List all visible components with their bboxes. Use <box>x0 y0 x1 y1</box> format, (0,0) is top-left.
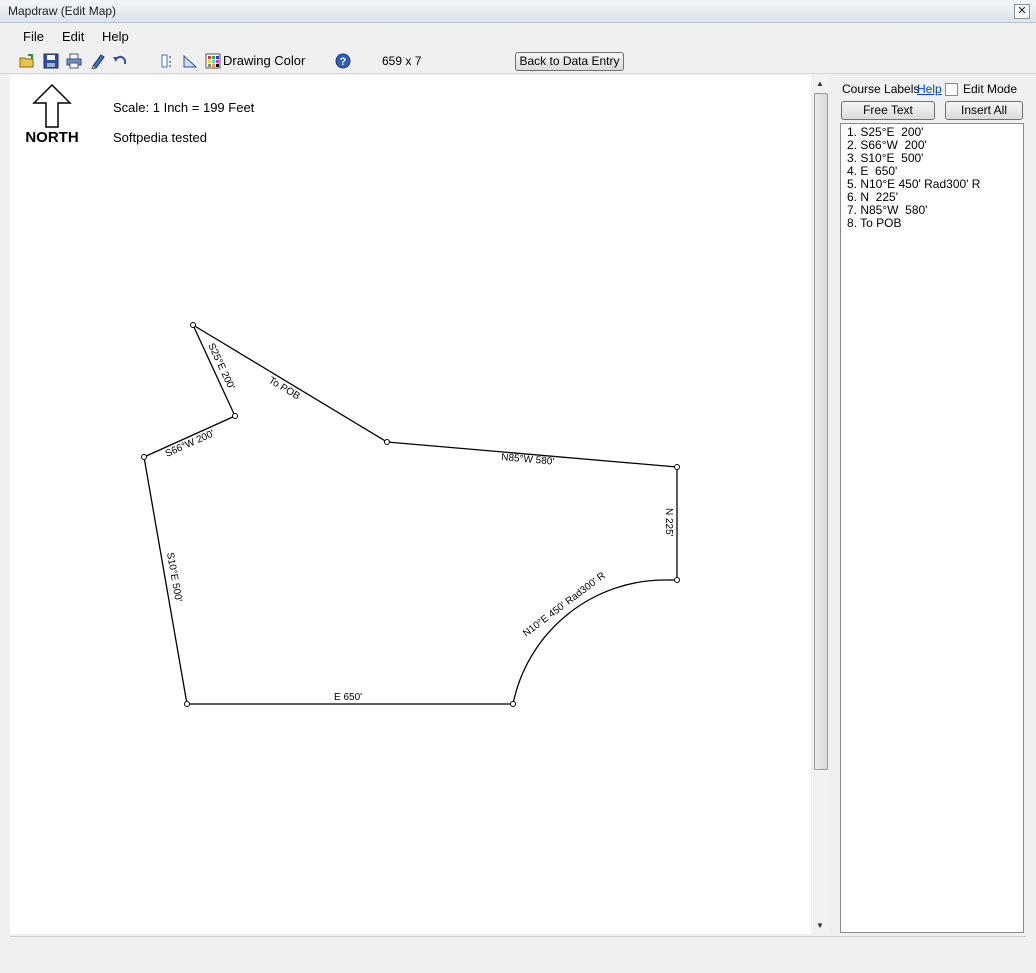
save-icon[interactable] <box>43 53 59 69</box>
course-line-2 <box>143 415 236 458</box>
align-icon[interactable] <box>159 53 175 69</box>
open-icon[interactable] <box>19 53 35 69</box>
drawing-color-label[interactable]: Drawing Color <box>223 53 305 68</box>
north-label: NORTH <box>25 129 78 146</box>
menu-bar: File Edit Help <box>0 23 1036 48</box>
course-labels-heading: Course Labels <box>842 82 920 96</box>
course-list[interactable]: 1. S25°E 200' 2. S66°W 200' 3. S10°E 500… <box>840 123 1024 933</box>
map-vertical-scrollbar[interactable]: ▲ ▼ <box>812 75 829 934</box>
back-to-data-entry-button[interactable]: Back to Data Entry <box>515 52 624 71</box>
edit-mode-label[interactable]: Edit Mode <box>963 82 1017 96</box>
close-button[interactable]: ✕ <box>1014 4 1030 19</box>
north-arrow-icon <box>32 83 72 128</box>
window-title: Mapdraw (Edit Map) <box>8 4 117 18</box>
list-item[interactable]: 8. To POB <box>841 217 1023 230</box>
pencil-icon[interactable] <box>90 53 106 69</box>
vertex-marker[interactable] <box>190 322 196 328</box>
edit-mode-checkbox[interactable] <box>945 83 958 96</box>
map-drawing: NORTH Scale: 1 Inch = 199 Feet Softpedia… <box>25 83 680 707</box>
scroll-up-icon[interactable]: ▲ <box>816 79 824 88</box>
undo-icon[interactable] <box>112 53 128 69</box>
menu-file[interactable]: File <box>23 29 44 44</box>
course-line-8 <box>192 324 388 443</box>
scroll-down-icon[interactable]: ▼ <box>816 921 824 930</box>
menu-help[interactable]: Help <box>102 29 129 44</box>
vertex-marker[interactable] <box>510 701 516 707</box>
course-label-3[interactable]: S10°E 500' <box>164 552 184 603</box>
note-label: Softpedia tested <box>113 130 207 145</box>
vertex-marker[interactable] <box>232 413 238 419</box>
insert-all-button[interactable]: Insert All <box>945 101 1023 120</box>
free-text-button[interactable]: Free Text <box>841 101 935 120</box>
toolbar: Drawing Color ? 659 x 7 Back to Data Ent… <box>0 49 1036 74</box>
course-label-7[interactable]: N85°W 580' <box>501 452 555 468</box>
app-window: Mapdraw (Edit Map) ✕ File Edit Help Draw… <box>0 0 1036 973</box>
svg-text:?: ? <box>340 56 347 68</box>
title-bar: Mapdraw (Edit Map) ✕ <box>0 0 1036 23</box>
color-grid-icon[interactable] <box>205 53 221 69</box>
vertex-marker[interactable] <box>141 454 147 460</box>
scale-label: Scale: 1 Inch = 199 Feet <box>113 100 255 115</box>
scroll-thumb[interactable] <box>814 93 828 770</box>
course-label-5[interactable]: N10°E 450' Rad300' R <box>521 570 608 639</box>
vertex-marker[interactable] <box>674 577 680 583</box>
course-line-5 <box>512 579 667 705</box>
vertex-marker[interactable] <box>674 464 680 470</box>
help-icon[interactable]: ? <box>335 53 351 69</box>
vertex-marker[interactable] <box>384 439 390 445</box>
vertex-marker[interactable] <box>184 701 190 707</box>
triangle-icon[interactable] <box>182 53 198 69</box>
dimensions-readout: 659 x 7 <box>382 54 422 68</box>
course-label-6[interactable]: N 225' <box>663 508 674 537</box>
print-icon[interactable] <box>66 53 82 69</box>
course-labels-panel: Course Labels Help Edit Mode Free Text I… <box>830 75 1036 935</box>
menu-edit[interactable]: Edit <box>62 29 84 44</box>
status-bar <box>10 936 1026 967</box>
course-label-4[interactable]: E 650' <box>334 692 362 703</box>
map-canvas[interactable]: NORTH Scale: 1 Inch = 199 Feet Softpedia… <box>10 75 811 934</box>
help-link[interactable]: Help <box>917 82 942 96</box>
